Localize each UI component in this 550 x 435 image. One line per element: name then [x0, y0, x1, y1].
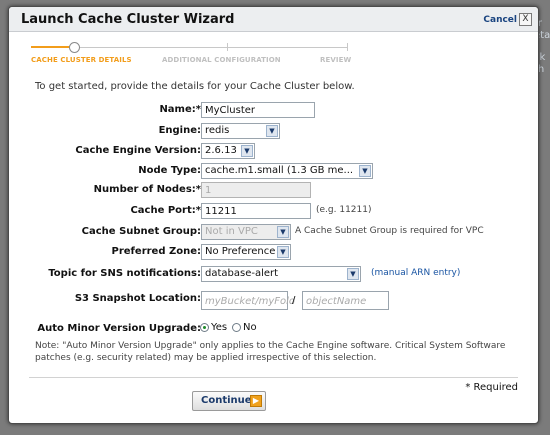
engine-version-label: Cache Engine Version: [75, 145, 201, 156]
sns-topic-select[interactable]: database-alert ▼ [201, 266, 361, 282]
engine-version-row: Cache Engine Version: 2.6.13 ▼ [9, 142, 538, 162]
s3-path-separator: / [292, 295, 296, 306]
s3-snapshot-row: S3 Snapshot Location: myBucket/myFold / … [9, 290, 538, 310]
node-type-select[interactable]: cache.m1.small (1.3 GB me... ▼ [201, 163, 373, 179]
subnet-group-select[interactable]: Not in VPC ▼ [201, 224, 291, 240]
intro-text: To get started, provide the details for … [35, 81, 355, 92]
dialog-title: Launch Cache Cluster Wizard [21, 12, 235, 27]
node-type-label: Node Type: [138, 165, 201, 176]
node-type-row: Node Type: cache.m1.small (1.3 GB me... … [9, 162, 538, 182]
sns-topic-row: Topic for SNS notifications: database-al… [9, 265, 538, 285]
preferred-zone-label: Preferred Zone: [111, 246, 201, 257]
cancel-link[interactable]: Cancel [483, 15, 517, 25]
chevron-down-icon: ▼ [277, 226, 289, 238]
step-progress-line [31, 46, 71, 48]
name-label: Name:* [159, 104, 201, 115]
continue-label: Continue [201, 395, 252, 406]
engine-version-value: 2.6.13 [205, 145, 237, 156]
step-track-line [79, 47, 347, 48]
dialog-titlebar: Launch Cache Cluster Wizard Cancel X [9, 7, 538, 32]
chevron-down-icon: ▼ [266, 125, 278, 137]
current-step-marker [69, 42, 80, 53]
auto-minor-no-label[interactable]: No [243, 322, 257, 333]
arrow-right-icon: ▶ [250, 395, 262, 407]
preferred-zone-value: No Preference [205, 246, 276, 257]
node-type-value: cache.m1.small (1.3 GB me... [205, 165, 354, 176]
subnet-group-label: Cache Subnet Group: [81, 226, 201, 237]
preferred-zone-select[interactable]: No Preference ▼ [201, 244, 291, 260]
auto-minor-upgrade-note: Note: "Auto Minor Version Upgrade" only … [35, 341, 506, 363]
name-input[interactable]: MyCluster [201, 102, 315, 118]
launch-cache-cluster-dialog: Launch Cache Cluster Wizard Cancel X CAC… [8, 6, 539, 424]
num-nodes-row: Number of Nodes:* 1 [9, 181, 538, 201]
chevron-down-icon: ▼ [359, 165, 371, 177]
auto-minor-no-radio[interactable] [232, 323, 241, 332]
s3-bucket-input[interactable]: myBucket/myFold [201, 291, 295, 310]
s3-object-input[interactable]: objectName [302, 291, 389, 310]
required-note: * Required [465, 382, 518, 393]
step-tick [347, 43, 348, 51]
manual-arn-entry-link[interactable]: (manual ARN entry) [371, 268, 460, 278]
cache-port-input[interactable]: 11211 [201, 203, 311, 219]
step-review: REVIEW [320, 56, 352, 64]
engine-version-select[interactable]: 2.6.13 ▼ [201, 143, 255, 159]
chevron-down-icon: ▼ [241, 145, 253, 157]
sns-topic-value: database-alert [205, 268, 279, 279]
auto-minor-yes-label[interactable]: Yes [211, 322, 227, 333]
chevron-down-icon: ▼ [277, 246, 289, 258]
auto-minor-upgrade-row: Auto Minor Version Upgrade: Yes No [9, 320, 538, 340]
engine-select[interactable]: redis ▼ [201, 123, 280, 139]
cache-port-row: Cache Port:* 11211 (e.g. 11211) [9, 202, 538, 222]
step-tick [227, 43, 228, 51]
engine-label: Engine: [158, 125, 201, 136]
auto-minor-upgrade-label: Auto Minor Version Upgrade: [37, 323, 201, 334]
subnet-group-row: Cache Subnet Group: Not in VPC ▼ A Cache… [9, 223, 538, 243]
subnet-group-value: Not in VPC [205, 226, 258, 237]
s3-snapshot-label: S3 Snapshot Location: [74, 293, 201, 304]
sns-topic-label: Topic for SNS notifications: [48, 268, 201, 279]
auto-minor-yes-radio[interactable] [200, 323, 209, 332]
continue-button[interactable]: Continue ▶ [192, 391, 266, 411]
preferred-zone-row: Preferred Zone: No Preference ▼ [9, 243, 538, 263]
engine-value: redis [205, 125, 230, 136]
cache-port-hint: (e.g. 11211) [316, 205, 372, 215]
name-row: Name:* MyCluster [9, 101, 538, 121]
step-cache-cluster-details: CACHE CLUSTER DETAILS [31, 56, 132, 64]
num-nodes-input[interactable]: 1 [201, 182, 311, 198]
engine-row: Engine: redis ▼ [9, 122, 538, 142]
close-icon[interactable]: X [519, 13, 532, 26]
num-nodes-label: Number of Nodes:* [93, 184, 201, 195]
chevron-down-icon: ▼ [347, 268, 359, 280]
subnet-group-hint: A Cache Subnet Group is required for VPC [295, 226, 484, 236]
step-additional-configuration: ADDITIONAL CONFIGURATION [162, 56, 281, 64]
cache-port-label: Cache Port:* [130, 205, 201, 216]
footer-divider [29, 377, 518, 378]
wizard-steps: CACHE CLUSTER DETAILS ADDITIONAL CONFIGU… [31, 42, 352, 71]
